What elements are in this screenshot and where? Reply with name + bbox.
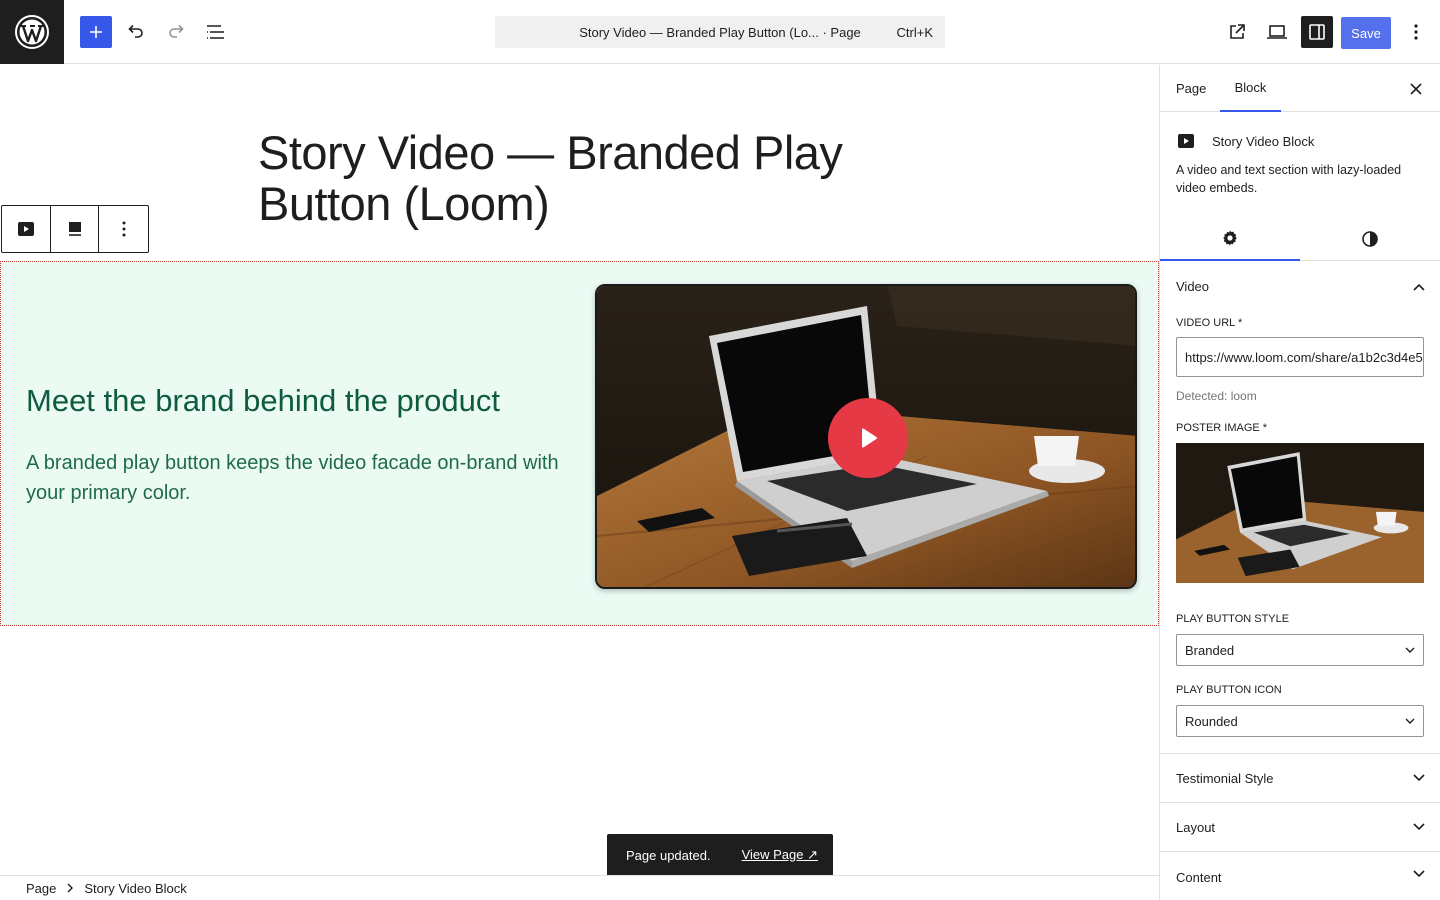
save-button[interactable]: Save — [1341, 17, 1391, 49]
play-style-value: Branded — [1185, 642, 1235, 658]
video-url-label: VIDEO URL * — [1176, 317, 1243, 329]
poster-thumbnail — [1176, 443, 1424, 583]
snackbar-message: Page updated. — [626, 847, 711, 863]
story-video-block[interactable]: Meet the brand behind the product A bran… — [0, 261, 1159, 626]
device-preview-button[interactable] — [1261, 16, 1293, 48]
block-breadcrumb: Page Story Video Block — [0, 875, 1159, 900]
close-sidebar-button[interactable] — [1404, 77, 1428, 101]
sidebar-icon — [1309, 24, 1325, 40]
play-icon — [862, 428, 877, 448]
block-description: A video and text section with lazy-loade… — [1176, 163, 1402, 195]
command-palette-bar[interactable]: Story Video — Branded Play Button (Lo...… — [495, 16, 945, 48]
play-style-label: PLAY BUTTON STYLE — [1176, 613, 1290, 625]
story-text[interactable]: A branded play button keeps the video fa… — [26, 448, 571, 508]
external-link-icon — [1230, 24, 1245, 39]
more-vertical-icon — [122, 221, 126, 237]
block-align-button[interactable] — [51, 206, 100, 252]
chevron-down-icon — [1405, 718, 1415, 724]
align-icon — [68, 222, 81, 236]
redo-button[interactable] — [160, 16, 192, 48]
panel-testimonial-title: Testimonial Style — [1176, 770, 1274, 786]
play-icon-value: Rounded — [1185, 713, 1238, 729]
breadcrumb-item-page[interactable]: Page — [26, 881, 56, 896]
block-card: Story Video Block A video and text secti… — [1176, 130, 1426, 197]
tab-block-settings[interactable] — [1160, 216, 1300, 261]
poster-image-label: POSTER IMAGE * — [1176, 422, 1268, 434]
desktop-icon — [1267, 25, 1287, 39]
video-block-icon — [1178, 134, 1194, 148]
panel-layout-header[interactable]: Layout — [1160, 802, 1440, 851]
add-block-button[interactable] — [80, 16, 112, 48]
document-title: Story Video — Branded Play Button (Lo...… — [579, 24, 861, 40]
undo-button[interactable] — [120, 16, 152, 48]
view-page-link[interactable]: View Page ↗ — [742, 847, 818, 863]
block-type-button[interactable] — [2, 206, 51, 252]
story-heading[interactable]: Meet the brand behind the product — [26, 383, 500, 419]
editor-canvas: Story Video — Branded Play Button (Loom)… — [0, 65, 1159, 875]
panel-testimonial-header[interactable]: Testimonial Style — [1160, 753, 1440, 802]
editor-header: Story Video — Branded Play Button (Lo...… — [0, 0, 1440, 64]
panel-content-title: Content — [1176, 870, 1222, 885]
tab-block[interactable]: Block — [1220, 65, 1281, 112]
view-page-button[interactable] — [1221, 16, 1253, 48]
tab-page[interactable]: Page — [1176, 65, 1206, 112]
close-icon — [1410, 83, 1422, 95]
video-url-input[interactable]: https://www.loom.com/share/a1b2c3d4e5 — [1176, 337, 1424, 377]
play-style-select[interactable]: Branded — [1176, 634, 1424, 666]
panel-video-header[interactable]: Video — [1160, 262, 1440, 311]
chevron-down-icon — [1405, 647, 1415, 653]
panel-content-header[interactable]: Content — [1160, 851, 1440, 900]
sidebar-tabs: Page Block — [1160, 65, 1440, 112]
contrast-icon — [1362, 230, 1378, 247]
chevron-right-icon — [66, 881, 74, 896]
video-facade[interactable] — [595, 284, 1137, 589]
tab-block-styles[interactable] — [1300, 216, 1440, 261]
options-menu-button[interactable] — [1400, 16, 1432, 48]
settings-sidebar-toggle[interactable] — [1301, 16, 1333, 48]
chevron-down-icon — [1413, 823, 1425, 831]
more-vertical-icon — [1414, 24, 1418, 40]
block-name: Story Video Block — [1212, 133, 1315, 149]
block-inspector-tabs — [1160, 216, 1440, 261]
breadcrumb-item-block: Story Video Block — [84, 880, 187, 896]
document-overview-button[interactable] — [200, 16, 232, 48]
snackbar-notice: Page updated. View Page ↗ — [607, 834, 833, 875]
play-icon-label: PLAY BUTTON ICON — [1176, 684, 1282, 696]
list-view-icon — [207, 25, 224, 39]
gear-icon — [1223, 230, 1237, 245]
chevron-down-icon — [1413, 870, 1425, 878]
panel-layout-title: Layout — [1176, 819, 1216, 835]
plus-icon — [90, 26, 102, 38]
detected-provider-text: Detected: loom — [1176, 389, 1257, 403]
settings-sidebar: Page Block Story Video Block A video and… — [1159, 65, 1440, 900]
undo-icon — [128, 24, 143, 38]
chevron-down-icon — [1413, 774, 1425, 782]
panel-video-title: Video — [1176, 279, 1210, 294]
wordpress-logo-button[interactable] — [0, 0, 64, 64]
block-options-button[interactable] — [99, 206, 148, 252]
video-block-icon — [17, 222, 34, 236]
poster-image-preview[interactable] — [1176, 443, 1424, 583]
play-icon-select[interactable]: Rounded — [1176, 705, 1424, 737]
play-button[interactable] — [828, 398, 908, 478]
command-shortcut: Ctrl+K — [896, 24, 933, 40]
block-toolbar — [1, 205, 149, 253]
chevron-up-icon — [1413, 283, 1425, 291]
wordpress-icon — [15, 15, 49, 49]
page-title[interactable]: Story Video — Branded Play Button (Loom) — [258, 127, 878, 229]
redo-icon — [169, 24, 184, 38]
